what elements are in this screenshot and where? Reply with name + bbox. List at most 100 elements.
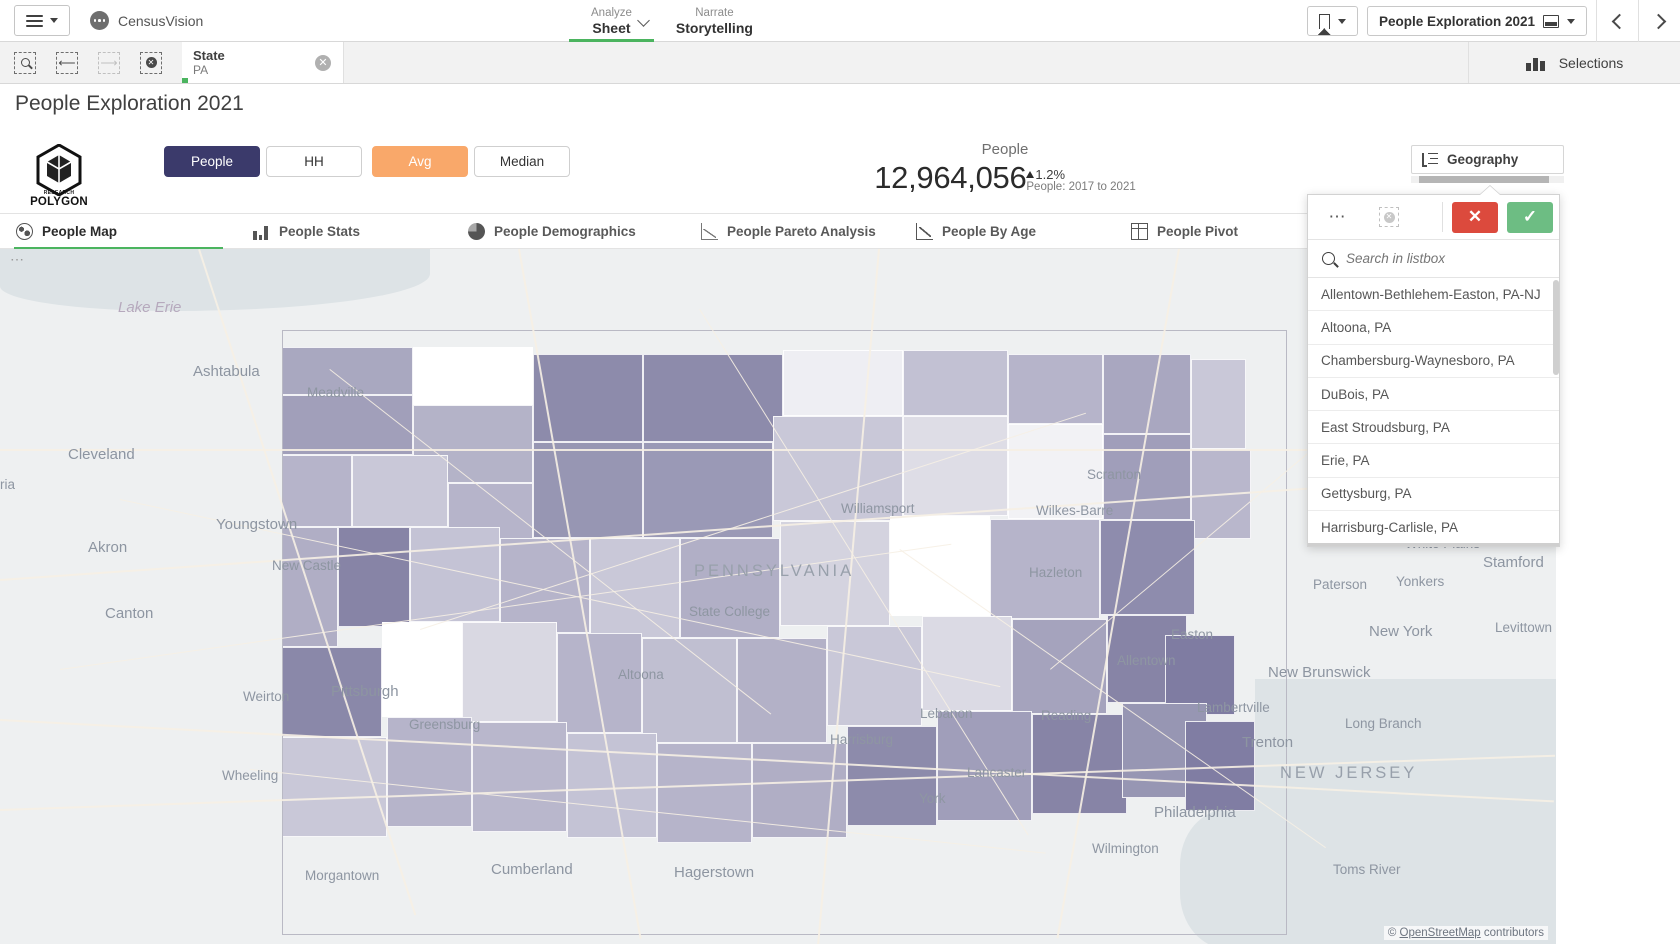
listbox-items[interactable]: Allentown-Bethlehem-Easton, PA-NJ Altoona… xyxy=(1308,278,1559,546)
mode-navigation: Analyze Sheet Narrate Storytelling xyxy=(569,0,775,42)
county-polygon[interactable] xyxy=(903,350,1008,416)
toggle-avg-button[interactable]: Avg xyxy=(372,146,468,177)
tab-people-demographics[interactable]: People Demographics xyxy=(452,213,685,249)
county-polygon[interactable] xyxy=(533,442,643,538)
geography-selector-button[interactable]: Geography xyxy=(1411,145,1564,174)
tab-people-pivot[interactable]: People Pivot xyxy=(1115,213,1315,249)
county-polygon[interactable] xyxy=(472,722,567,832)
pivot-table-icon xyxy=(1131,222,1148,240)
main-menu-button[interactable] xyxy=(14,5,70,36)
search-input[interactable] xyxy=(1346,251,1545,266)
aggregation-toggle-group: Avg Median xyxy=(372,146,570,177)
map-label: Scranton xyxy=(1087,467,1142,482)
clear-selections-button[interactable]: ✕ xyxy=(1362,207,1416,227)
map-label: Yonkers xyxy=(1396,574,1445,589)
next-sheet-button[interactable] xyxy=(1638,0,1680,42)
county-polygon[interactable] xyxy=(413,347,533,405)
step-back-button[interactable]: ⟵ xyxy=(50,46,84,80)
tab-people-by-age[interactable]: People By Age xyxy=(900,213,1115,249)
county-polygon[interactable] xyxy=(737,638,827,743)
map-label: State College xyxy=(689,604,771,619)
map-label: New Brunswick xyxy=(1268,664,1371,681)
county-polygon[interactable] xyxy=(282,395,413,455)
step-forward-button[interactable]: ⟶ xyxy=(92,46,126,80)
listbox-bottom-scrollbar[interactable] xyxy=(1308,543,1559,546)
list-item[interactable]: Erie, PA xyxy=(1308,444,1559,478)
county-polygon[interactable] xyxy=(338,527,410,627)
tab-label: People Map xyxy=(42,223,118,239)
county-polygon[interactable] xyxy=(462,622,557,722)
county-polygon[interactable] xyxy=(783,350,903,416)
clear-all-selections-button[interactable]: ✕ xyxy=(134,46,168,80)
clear-selection-icon[interactable]: ✕ xyxy=(315,54,331,71)
listbox-search-row xyxy=(1308,240,1559,278)
delaware-bay-water xyxy=(1180,809,1300,944)
map-label: Pittsburgh xyxy=(331,683,399,700)
toggle-median-button[interactable]: Median xyxy=(474,146,570,177)
bookmarks-button[interactable] xyxy=(1306,6,1358,36)
map-label: Altoona xyxy=(618,667,664,682)
app-name-button[interactable]: CensusVision xyxy=(90,0,203,41)
map-label: NEW JERSEY xyxy=(1280,764,1418,782)
county-polygon[interactable] xyxy=(282,737,387,837)
map-label: Youngstown xyxy=(216,516,298,533)
list-item[interactable]: DuBois, PA xyxy=(1308,378,1559,412)
step-forward-icon: ⟶ xyxy=(98,51,120,74)
selection-chip-state[interactable]: State PA ✕ xyxy=(182,42,344,83)
hexagon-logo-icon xyxy=(36,143,82,197)
selection-search-button[interactable] xyxy=(8,46,42,80)
sheet-selector-button[interactable]: People Exploration 2021 xyxy=(1366,6,1587,36)
cancel-selection-button[interactable]: ✕ xyxy=(1452,201,1498,233)
map-label: Canton xyxy=(105,605,154,622)
selections-panel-button[interactable]: Selections xyxy=(1468,42,1680,83)
county-polygon[interactable] xyxy=(387,717,472,827)
tab-people-pareto-analysis[interactable]: People Pareto Analysis xyxy=(685,213,900,249)
attribution-link[interactable]: OpenStreetMap xyxy=(1400,927,1481,939)
county-polygon[interactable] xyxy=(352,455,448,527)
list-item[interactable]: Harrisburg-Carlisle, PA xyxy=(1308,511,1559,545)
county-polygon[interactable] xyxy=(1191,359,1246,449)
county-polygon[interactable] xyxy=(643,442,773,538)
listbox-scrollbar[interactable] xyxy=(1553,278,1559,546)
app-logo-icon xyxy=(90,11,109,30)
toggle-people-button[interactable]: People xyxy=(164,146,260,177)
county-polygon[interactable] xyxy=(643,354,783,442)
county-polygon[interactable] xyxy=(382,622,462,717)
list-item[interactable]: East Stroudsburg, PA xyxy=(1308,411,1559,445)
more-options-icon[interactable]: ⋯ xyxy=(1314,207,1362,227)
tab-label: People Demographics xyxy=(494,223,636,239)
chevron-down-icon[interactable] xyxy=(637,14,650,27)
map-label: Paterson xyxy=(1313,577,1368,592)
county-polygon[interactable] xyxy=(1032,714,1127,814)
list-item[interactable]: Gettysburg, PA xyxy=(1308,478,1559,512)
nav-narrate-storytelling[interactable]: Narrate Storytelling xyxy=(654,0,775,42)
map-label: Harrisburg xyxy=(830,732,894,747)
map-label: York xyxy=(919,791,946,806)
geography-listbox-popover: ⋯ ✕ ✕ ✓ Allentown-Bethlehem-Easton, PA-N… xyxy=(1307,194,1560,547)
county-polygon[interactable] xyxy=(680,538,780,638)
geography-horizontal-scrollbar[interactable] xyxy=(1411,176,1564,183)
map-object-menu-icon[interactable]: ⋯ xyxy=(10,251,25,268)
county-polygon[interactable] xyxy=(557,633,642,733)
map-label: Hazleton xyxy=(1029,565,1083,580)
sheet-icon xyxy=(1543,14,1559,28)
county-polygon[interactable] xyxy=(642,638,737,743)
selection-state-indicator xyxy=(182,78,188,83)
nav-analyze-label: Sheet xyxy=(592,20,631,36)
list-item[interactable]: Chambersburg-Waynesboro, PA xyxy=(1308,345,1559,378)
county-polygon[interactable] xyxy=(500,538,590,633)
trend-up-icon xyxy=(1026,171,1035,178)
county-polygon[interactable] xyxy=(1100,520,1195,615)
tab-people-stats[interactable]: People Stats xyxy=(237,213,452,249)
list-item[interactable]: Allentown-Bethlehem-Easton, PA-NJ xyxy=(1308,278,1559,312)
tab-people-map[interactable]: People Map xyxy=(0,213,237,250)
county-polygon[interactable] xyxy=(1008,354,1103,424)
kpi-subtext: People: 2017 to 2021 xyxy=(1026,181,1136,193)
nav-analyze-sheet[interactable]: Analyze Sheet xyxy=(569,0,654,42)
geography-selector-label: Geography xyxy=(1447,152,1519,167)
list-item[interactable]: Altoona, PA xyxy=(1308,311,1559,345)
toggle-hh-button[interactable]: HH xyxy=(266,146,362,177)
previous-sheet-button[interactable] xyxy=(1596,0,1638,42)
county-polygon[interactable] xyxy=(922,616,1012,711)
confirm-selection-button[interactable]: ✓ xyxy=(1507,201,1553,233)
